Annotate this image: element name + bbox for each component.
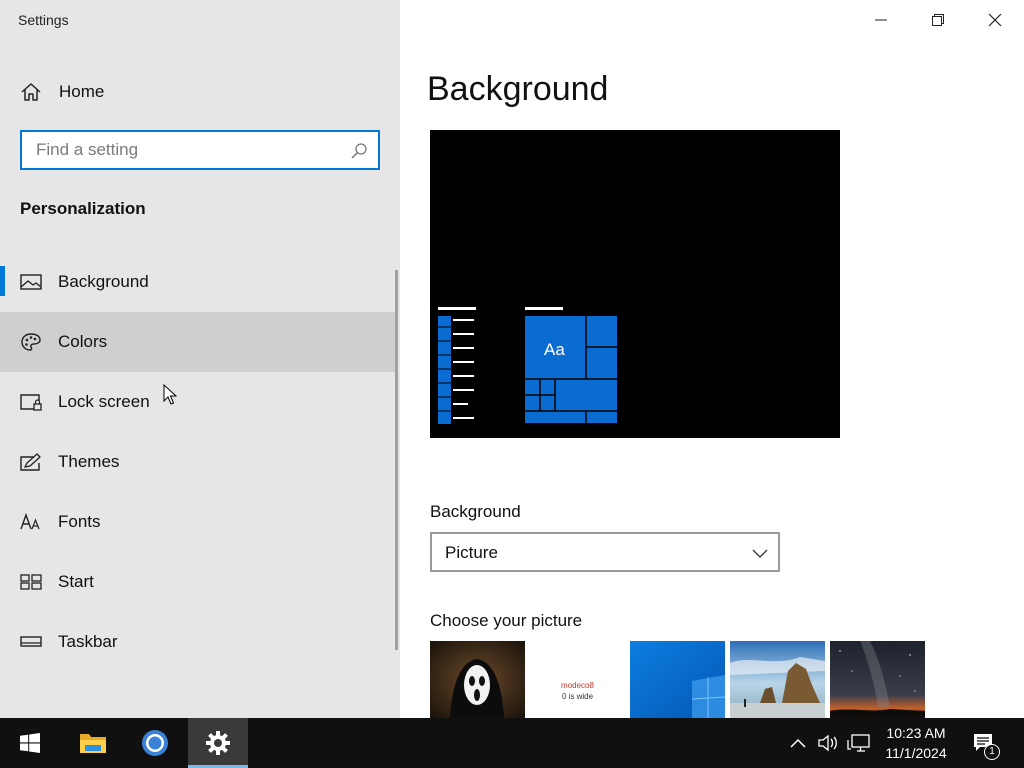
close-icon — [988, 13, 1002, 27]
choose-picture-label: Choose your picture — [430, 611, 583, 630]
notification-badge: 1 — [984, 744, 1000, 760]
sidebar-item-label: Start — [58, 572, 94, 591]
sidebar-item-label: Fonts — [58, 512, 101, 531]
thumbnail-text-image[interactable]: modeco8 0 is wide — [530, 641, 625, 718]
selected-indicator — [0, 266, 5, 296]
start-icon — [20, 574, 42, 590]
search-box[interactable] — [20, 130, 380, 170]
volume-icon[interactable] — [817, 732, 841, 754]
minimize-icon — [875, 19, 887, 21]
sidebar-item-label: Lock screen — [58, 392, 150, 411]
background-type-select[interactable]: Picture — [430, 532, 780, 572]
sidebar-item-label: Background — [58, 272, 149, 291]
taskbar: 10:23 AM 11/1/2024 1 — [0, 718, 1024, 768]
fonts-icon — [20, 512, 40, 530]
picture-icon — [20, 274, 42, 290]
ghostface-image-icon — [430, 641, 525, 718]
folder-icon — [80, 734, 106, 753]
sidebar-item-label: Themes — [58, 452, 120, 471]
main-content: Background Aa Background Picture Choose … — [400, 0, 1024, 718]
windows-wallpaper-image-icon — [630, 641, 725, 718]
thumbnail-ghostface[interactable] — [430, 641, 525, 718]
mouse-cursor-icon — [163, 384, 177, 405]
restore-icon — [932, 14, 944, 26]
sidebar-item-colors[interactable]: Colors — [0, 312, 396, 372]
sidebar-item-start[interactable]: Start — [0, 552, 396, 612]
chevron-down-icon — [752, 549, 768, 559]
sidebar-item-taskbar[interactable]: Taskbar — [0, 612, 396, 672]
windows-logo-icon — [20, 733, 40, 753]
home-link[interactable]: Home — [0, 72, 400, 112]
select-value: Picture — [445, 543, 498, 562]
sidebar-item-label: Colors — [58, 332, 108, 351]
home-label: Home — [59, 82, 105, 101]
nav-list: Background Colors Lock screen Themes Fon… — [0, 252, 396, 672]
clock[interactable]: 10:23 AM 11/1/2024 — [872, 723, 960, 763]
start-button[interactable] — [0, 718, 60, 768]
chrome-icon — [142, 730, 168, 756]
minimize-button[interactable] — [853, 0, 909, 40]
desktop-preview: Aa — [430, 130, 840, 438]
settings-button[interactable] — [188, 718, 248, 768]
chevron-up-icon[interactable] — [789, 732, 807, 754]
file-explorer-button[interactable] — [63, 718, 123, 768]
search-icon[interactable] — [350, 142, 368, 160]
sidebar-item-background[interactable]: Background — [0, 252, 396, 312]
home-icon — [21, 83, 41, 101]
taskbar-icon — [20, 636, 42, 647]
app-title: Settings — [18, 12, 69, 28]
thumbnail-windows-blue[interactable] — [630, 641, 725, 718]
clock-date: 11/1/2024 — [885, 745, 947, 761]
thumbnail-text-line: modeco8 — [561, 681, 594, 690]
sidebar-item-lock-screen[interactable]: Lock screen — [0, 372, 396, 432]
search-input[interactable] — [36, 140, 336, 160]
sidebar-item-fonts[interactable]: Fonts — [0, 492, 396, 552]
start-menu-preview-icon — [438, 307, 617, 424]
section-title: Personalization — [20, 199, 146, 218]
beach-image-icon — [730, 641, 825, 718]
lock-screen-icon — [20, 394, 42, 411]
sidebar-item-label: Taskbar — [58, 632, 118, 651]
restore-button[interactable] — [910, 0, 966, 40]
sidebar-item-themes[interactable]: Themes — [0, 432, 396, 492]
network-icon[interactable] — [847, 732, 871, 754]
preview-tile-text: Aa — [544, 340, 565, 359]
thumbnail-night-sky[interactable] — [830, 641, 925, 718]
night-sky-image-icon — [830, 641, 925, 718]
picture-thumbnails: modeco8 0 is wide — [430, 641, 930, 718]
clock-time: 10:23 AM — [886, 725, 946, 741]
background-label: Background — [430, 502, 521, 521]
thumbnail-beach-rocks[interactable] — [730, 641, 825, 718]
page-title: Background — [427, 70, 609, 108]
chrome-button[interactable] — [125, 718, 185, 768]
palette-icon — [21, 333, 41, 351]
sidebar-scrollbar[interactable] — [395, 270, 398, 650]
thumbnail-text-line: 0 is wide — [561, 692, 594, 701]
sidebar: Settings Home Personalization Background — [0, 0, 400, 718]
themes-icon — [20, 453, 41, 471]
gear-icon — [206, 731, 230, 755]
close-button[interactable] — [967, 0, 1023, 40]
